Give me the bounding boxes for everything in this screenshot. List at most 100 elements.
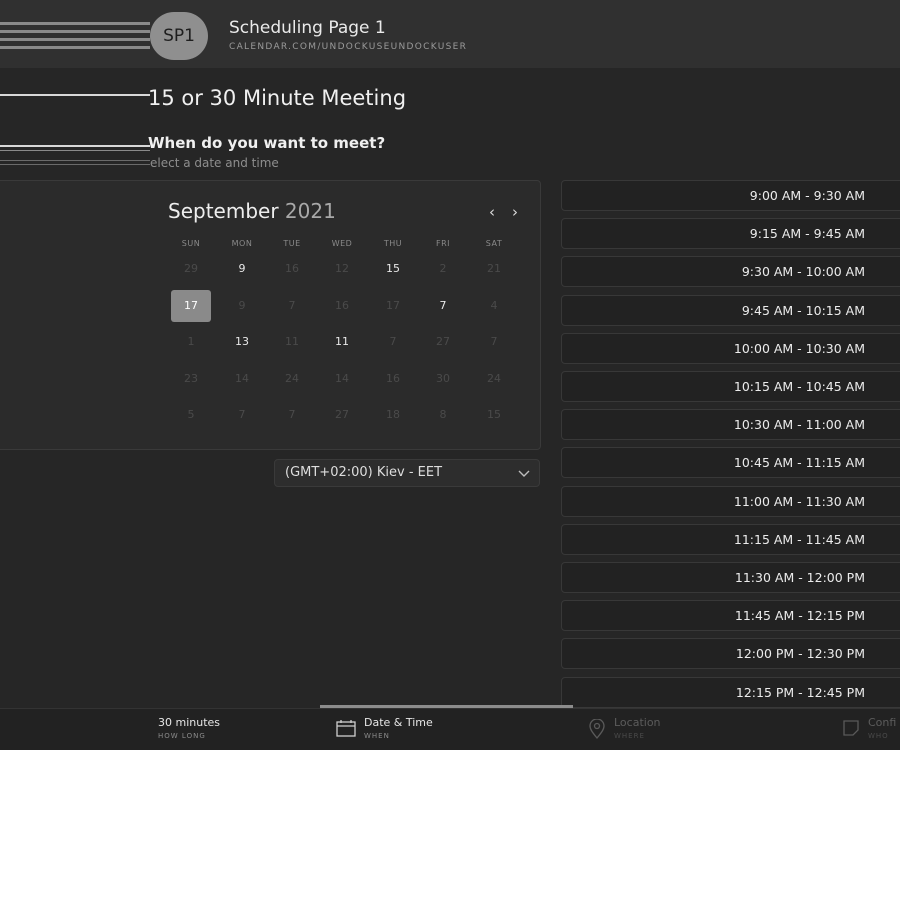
- time-slot-label: 9:00 AM - 9:30 AM: [749, 188, 865, 203]
- calendar-day[interactable]: 7: [423, 294, 463, 318]
- page-header: SP1 Scheduling Page 1 CALENDAR.COM/UNDOC…: [0, 0, 900, 68]
- calendar-day: 27: [335, 408, 349, 421]
- weekday-label: SUN: [181, 239, 201, 248]
- step-location[interactable]: Location WHERE: [588, 712, 708, 746]
- time-slot-button[interactable]: 12:00 PM - 12:30 PM: [561, 638, 900, 670]
- time-slot-label: 10:45 AM - 11:15 AM: [733, 455, 865, 471]
- date-time-hint: elect a date and time: [150, 156, 279, 170]
- calendar-day[interactable]: 9: [222, 257, 262, 281]
- time-slot-button[interactable]: 11:30 AM - 12:00 PM: [561, 562, 900, 593]
- timezone-select[interactable]: (GMT+02:00) Kiev - EET: [274, 459, 540, 487]
- time-slot-label: 11:30 AM - 12:00 PM: [734, 570, 865, 585]
- time-slot-label: 9:15 AM - 9:45 AM: [749, 226, 865, 242]
- active-step-indicator: [320, 705, 573, 708]
- calendar-day: 12: [335, 262, 349, 275]
- step-duration[interactable]: 30 minutes HOW LONG: [158, 712, 278, 746]
- calendar-day: 7: [238, 408, 246, 421]
- calendar-day: 16: [386, 372, 400, 385]
- step-date-time-sub: WHEN: [364, 732, 390, 740]
- calendar-day[interactable]: 11: [322, 330, 362, 354]
- time-slot-button[interactable]: 11:45 AM - 12:15 PM: [561, 600, 900, 632]
- time-slot-label: 9:45 AM - 10:15 AM: [741, 302, 865, 318]
- time-slot-button[interactable]: 10:00 AM - 10:30 AM: [561, 332, 900, 364]
- chevron-down-icon: [518, 470, 530, 477]
- calendar-month-label: September 2021: [168, 199, 336, 223]
- time-slot-button[interactable]: 10:30 AM - 11:00 AM: [561, 409, 900, 441]
- calendar-day: 23: [184, 372, 198, 385]
- time-slot-button[interactable]: 9:00 AM - 9:30 AM: [561, 180, 900, 211]
- time-slot-button[interactable]: 12:15 PM - 12:45 PM: [561, 676, 900, 708]
- time-slot-label: 11:00 AM - 11:30 AM: [733, 493, 865, 509]
- divider-line: [0, 94, 150, 96]
- timezone-label: (GMT+02:00) Kiev - EET: [285, 465, 443, 480]
- step-date-time-label: Date & Time: [364, 716, 433, 729]
- calendar-day: 16: [285, 262, 299, 275]
- time-slot-button[interactable]: 9:15 AM - 9:45 AM: [561, 218, 900, 250]
- meeting-question: When do you want to meet?: [148, 134, 386, 152]
- time-slot-button[interactable]: 10:45 AM - 11:15 AM: [561, 447, 900, 479]
- calendar-day: 24: [487, 372, 501, 385]
- step-duration-label: 30 minutes: [158, 716, 221, 729]
- calendar-day: 14: [335, 372, 349, 385]
- weekday-label: FRI: [435, 239, 451, 248]
- calendar-icon: [336, 720, 356, 737]
- calendar-day: 24: [285, 372, 299, 385]
- confirm-icon: [843, 720, 859, 736]
- month-name: September: [168, 199, 279, 223]
- calendar-day: 29: [184, 262, 198, 275]
- calendar-day: 5: [187, 408, 195, 421]
- time-slot-label: 10:15 AM - 10:45 AM: [733, 379, 865, 394]
- calendar-day: 17: [386, 299, 400, 312]
- time-slot-button[interactable]: 9:45 AM - 10:15 AM: [561, 294, 900, 326]
- avatar: SP1: [150, 12, 208, 60]
- divider-line: [0, 150, 150, 151]
- year-name: 2021: [284, 199, 336, 223]
- header-artifact-line: [0, 30, 150, 33]
- calendar-day: 30: [436, 372, 450, 385]
- calendar-day[interactable]: 15: [373, 257, 413, 281]
- time-slot-button[interactable]: 11:00 AM - 11:30 AM: [561, 485, 900, 517]
- calendar-day: 1: [187, 335, 195, 348]
- scheduling-app: SP1 Scheduling Page 1 CALENDAR.COM/UNDOC…: [0, 0, 900, 750]
- time-slot-label: 9:30 AM - 10:00 AM: [741, 264, 865, 280]
- time-slot-button[interactable]: 9:30 AM - 10:00 AM: [561, 256, 900, 288]
- time-slot-label: 10:30 AM - 11:00 AM: [733, 417, 865, 433]
- calendar-day: 4: [490, 299, 498, 312]
- calendar-day: 14: [235, 372, 249, 385]
- weekday-label: SAT: [485, 239, 503, 248]
- header-artifact-line: [0, 38, 150, 41]
- step-location-sub: WHERE: [614, 732, 645, 740]
- chevron-left-icon[interactable]: ‹: [484, 202, 500, 222]
- step-duration-sub: HOW LONG: [158, 732, 206, 740]
- calendar-day[interactable]: 13: [222, 330, 262, 354]
- step-location-label: Location: [614, 716, 661, 729]
- calendar-day: 8: [439, 408, 447, 421]
- header-artifact-line: [0, 22, 150, 25]
- time-slot-button[interactable]: 11:15 AM - 11:45 AM: [561, 523, 900, 555]
- meeting-title: 15 or 30 Minute Meeting: [148, 86, 407, 110]
- step-date-time[interactable]: Date & Time WHEN: [336, 712, 476, 746]
- calendar-day-selected[interactable]: 17: [171, 290, 211, 322]
- time-slot-label: 11:45 AM - 12:15 PM: [734, 608, 865, 624]
- scheduling-page-url: CALENDAR.COM/UNDOCKUSEUNDOCKUSER: [229, 42, 468, 52]
- time-slot-label: 11:15 AM - 11:45 AM: [733, 531, 865, 547]
- time-slot-label: 10:00 AM - 10:30 AM: [733, 340, 865, 356]
- weekday-label: THU: [383, 239, 403, 248]
- chevron-right-icon[interactable]: ›: [507, 202, 523, 222]
- time-slot-label: 12:15 PM - 12:45 PM: [735, 684, 865, 700]
- step-confirm-sub: WHO: [868, 732, 889, 740]
- weekday-label: TUE: [283, 239, 301, 248]
- scheduling-page-title: Scheduling Page 1: [229, 18, 386, 38]
- location-pin-icon: [589, 719, 605, 739]
- calendar-day: 15: [487, 408, 501, 421]
- calendar-day: 11: [285, 335, 299, 348]
- step-confirm[interactable]: Confi WHO: [842, 712, 900, 746]
- step-confirm-label: Confi: [868, 716, 897, 729]
- calendar-day: 7: [389, 335, 397, 348]
- calendar-day: 21: [487, 262, 501, 275]
- calendar-day: 16: [335, 299, 349, 312]
- calendar-day: 18: [386, 408, 400, 421]
- calendar-day: 7: [288, 408, 296, 421]
- time-slot-button[interactable]: 10:15 AM - 10:45 AM: [561, 371, 900, 402]
- weekday-label: WED: [331, 239, 353, 248]
